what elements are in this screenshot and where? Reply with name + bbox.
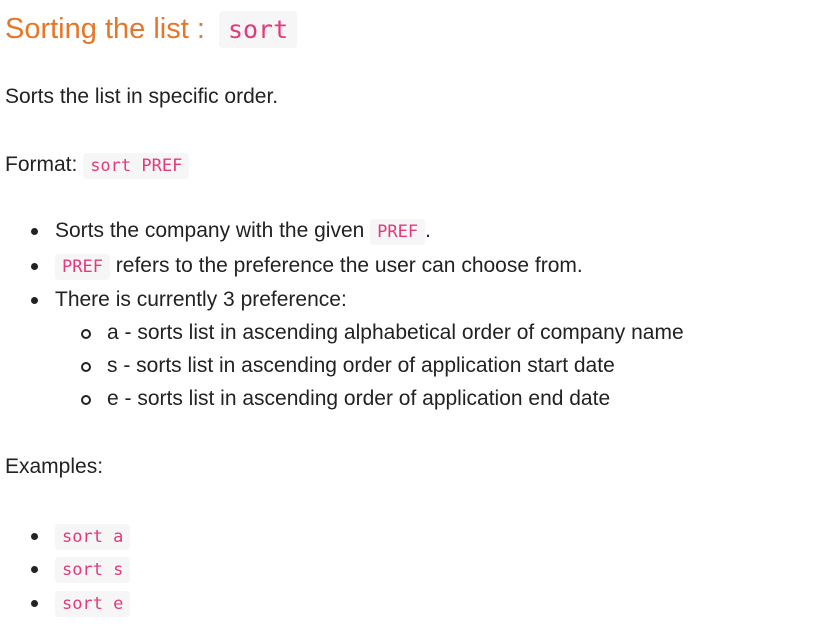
detail-item: There is currently 3 preference: (31, 286, 347, 314)
preference-text: s - sorts list in ascending order of app… (107, 354, 615, 377)
preference-text: e - sorts list in ascending order of app… (107, 387, 611, 410)
preference-item: a - sorts list in ascending alphabetical… (81, 319, 684, 347)
detail-text: refers to the preference the user can ch… (109, 254, 583, 277)
preference-text: a - sorts list in ascending alphabetical… (107, 321, 684, 344)
format-label: Format: (5, 153, 84, 176)
ring-bullet-icon (81, 362, 91, 372)
detail-item: PREF refers to the preference the user c… (31, 252, 583, 281)
section-title: Sorting the list : (5, 13, 213, 45)
detail-item: Sorts the company with the given PREF. (31, 217, 431, 246)
example-item: sort a (31, 522, 131, 551)
example-code: sort s (55, 557, 131, 583)
preference-item: s - sorts list in ascending order of app… (81, 352, 615, 380)
bullet-icon (31, 263, 38, 270)
bullet-icon (31, 533, 38, 540)
format-code: sort PREF (83, 153, 190, 179)
description-text: Sorts the list in specific order. (5, 85, 279, 108)
pref-code: PREF (370, 219, 426, 245)
detail-text-end: . (425, 219, 431, 242)
pref-code: PREF (55, 254, 110, 280)
detail-text: Sorts the company with the given (55, 219, 371, 242)
command-code: sort (218, 11, 298, 48)
format-line: Format: sort PREF (5, 151, 190, 180)
example-item: sort e (31, 589, 131, 618)
ring-bullet-icon (81, 329, 91, 339)
preference-item: e - sorts list in ascending order of app… (81, 385, 611, 413)
detail-text: There is currently 3 preference: (55, 288, 347, 311)
bullet-icon (31, 600, 38, 607)
bullet-icon (31, 297, 38, 304)
bullet-icon (31, 228, 38, 235)
bullet-icon (31, 566, 38, 573)
example-code: sort a (55, 524, 131, 550)
example-item: sort s (31, 555, 131, 584)
section-heading: Sorting the list : sort (5, 6, 298, 53)
examples-label: Examples: (5, 455, 104, 478)
example-code: sort e (55, 591, 131, 617)
ring-bullet-icon (81, 395, 91, 405)
